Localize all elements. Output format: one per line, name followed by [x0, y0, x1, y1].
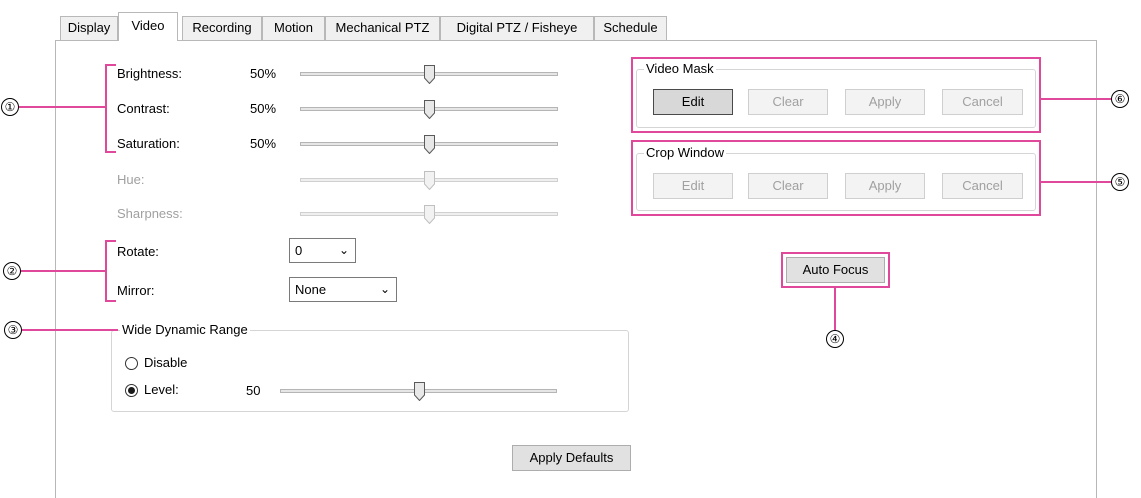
callout-1-bracket — [105, 64, 107, 153]
callout-6-box — [631, 57, 1041, 133]
callout-4-line — [834, 288, 836, 331]
mirror-select-value: None — [295, 282, 327, 297]
callout-5: ⑤ — [1111, 173, 1129, 191]
mirror-label: Mirror: — [117, 283, 155, 298]
sharpness-slider-thumb — [424, 205, 435, 224]
callout-1-bracket-bottom — [105, 151, 116, 153]
tab-display[interactable]: Display — [60, 16, 118, 40]
callout-3-line — [22, 329, 118, 331]
hue-slider-thumb — [424, 171, 435, 190]
callout-4-box — [781, 252, 890, 288]
wdr-level-value: 50 — [246, 383, 261, 398]
hue-label: Hue: — [117, 172, 145, 187]
callout-2: ② — [3, 262, 21, 280]
rotate-select-value: 0 — [295, 243, 303, 258]
callout-3: ③ — [4, 321, 22, 339]
contrast-label: Contrast: — [117, 101, 170, 116]
tab-video[interactable]: Video — [118, 12, 178, 41]
wdr-level-label: Level: — [144, 382, 179, 397]
callout-5-box — [631, 140, 1041, 216]
wdr-disable-label[interactable]: Disable — [144, 355, 187, 370]
rotate-select[interactable]: 0 ⌄ — [289, 238, 356, 263]
contrast-slider-thumb[interactable] — [424, 100, 435, 119]
callout-4: ④ — [826, 330, 844, 348]
wdr-title: Wide Dynamic Range — [120, 322, 250, 337]
apply-defaults-button[interactable]: Apply Defaults — [512, 445, 631, 471]
callout-1-line — [19, 106, 106, 108]
sharpness-label: Sharpness: — [117, 206, 183, 221]
mirror-select[interactable]: None ⌄ — [289, 277, 397, 302]
wdr-level-slider-thumb[interactable] — [413, 382, 425, 401]
callout-5-line — [1041, 181, 1112, 183]
callout-2-bracket-top — [105, 240, 116, 242]
tab-recording[interactable]: Recording — [182, 16, 262, 40]
chevron-down-icon: ⌄ — [338, 243, 349, 257]
wdr-group — [111, 330, 629, 412]
saturation-slider-thumb[interactable] — [424, 135, 435, 154]
wdr-disable-radio[interactable] — [125, 357, 138, 370]
tab-digital-ptz-fisheye[interactable]: Digital PTZ / Fisheye — [440, 16, 594, 40]
callout-2-bracket-bottom — [105, 300, 116, 302]
brightness-slider-thumb[interactable] — [424, 65, 435, 84]
callout-1-bracket-top — [105, 64, 116, 66]
brightness-label: Brightness: — [117, 66, 183, 81]
wdr-level-radio[interactable] — [125, 384, 138, 397]
tab-motion[interactable]: Motion — [262, 16, 325, 40]
callout-6-line — [1041, 98, 1112, 100]
chevron-down-icon: ⌄ — [379, 282, 390, 296]
tab-schedule[interactable]: Schedule — [594, 16, 667, 40]
saturation-label: Saturation: — [117, 136, 180, 151]
contrast-value: 50% — [250, 101, 277, 116]
brightness-value: 50% — [250, 66, 277, 81]
callout-1: ① — [1, 98, 19, 116]
callout-2-line — [21, 270, 106, 272]
saturation-value: 50% — [250, 136, 277, 151]
tab-mechanical-ptz[interactable]: Mechanical PTZ — [325, 16, 440, 40]
callout-6: ⑥ — [1111, 90, 1129, 108]
rotate-label: Rotate: — [117, 244, 159, 259]
callout-2-bracket — [105, 240, 107, 302]
